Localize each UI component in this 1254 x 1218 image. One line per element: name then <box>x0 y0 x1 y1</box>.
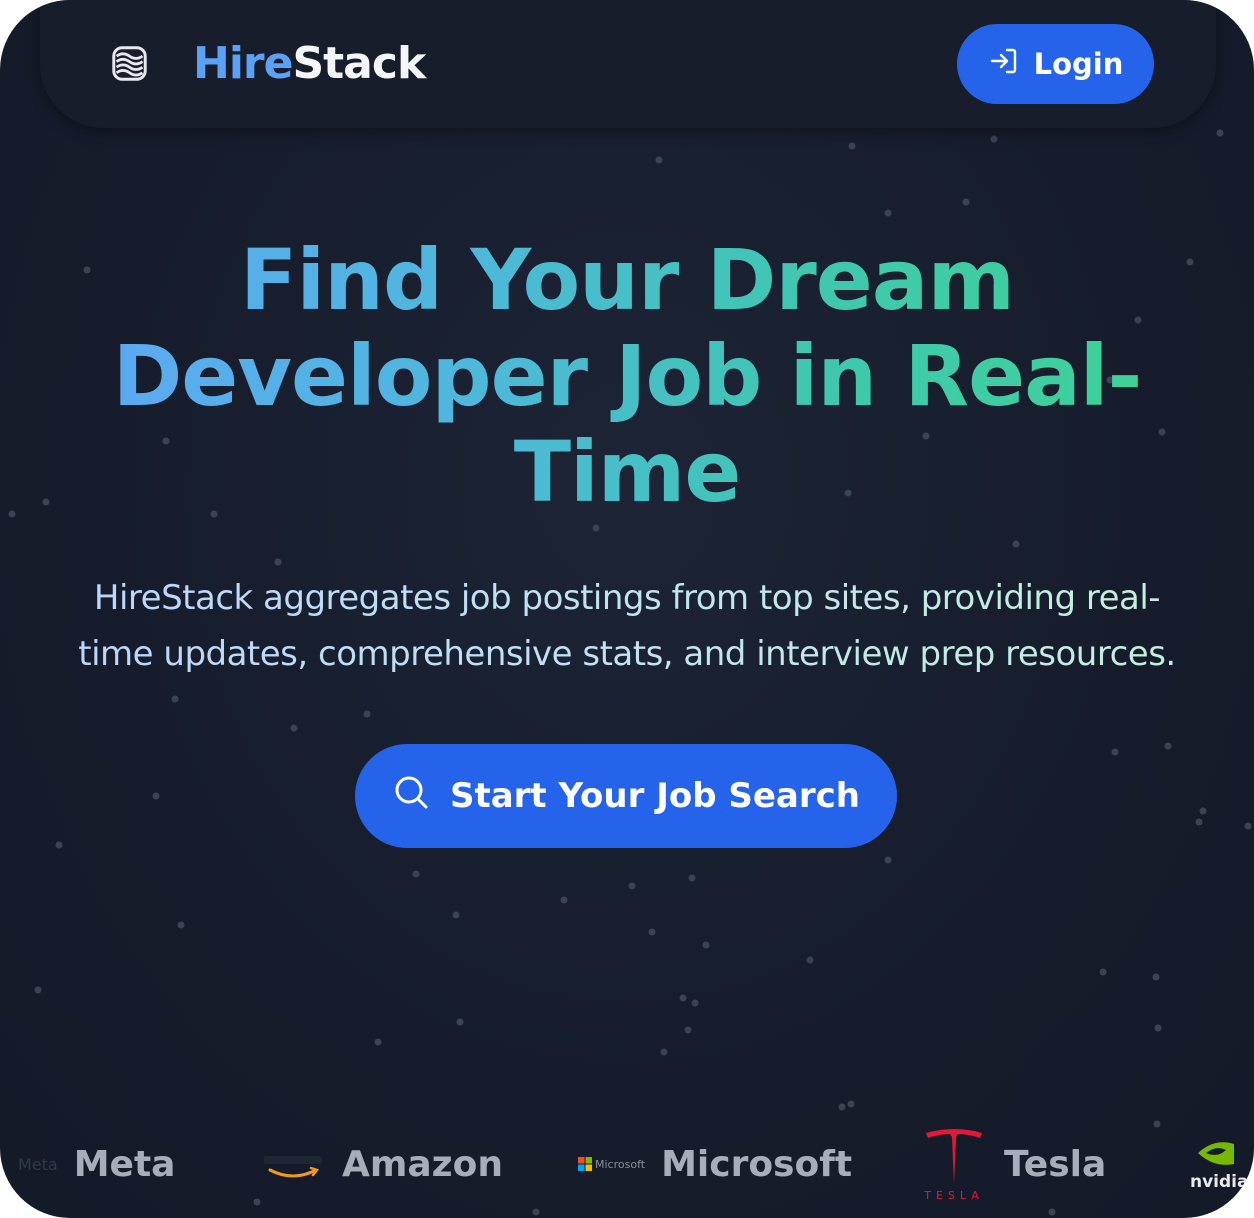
meta-logo: Meta <box>18 1154 58 1174</box>
login-button[interactable]: Login <box>957 24 1154 104</box>
company-amazon[interactable]: Amazon <box>260 1110 503 1218</box>
brand-name[interactable]: HireStack <box>193 36 426 92</box>
tesla-wordmark: TESLA <box>924 1188 984 1202</box>
hero-subtitle-line-2: time updates, comprehensive stats, and i… <box>78 634 1176 674</box>
start-job-search-button[interactable]: Start Your Job Search <box>355 744 897 848</box>
search-icon <box>392 773 430 820</box>
amazon-logo <box>260 1144 326 1184</box>
hero-title-line-1: Find Your Dream <box>240 231 1014 329</box>
company-logo-strip: Meta Meta Amazon Microsoft Microsoft TES… <box>0 1110 1254 1218</box>
hero-title: Find Your Dream Developer Job in Real- T… <box>40 232 1214 520</box>
company-nvidia[interactable]: nvidia <box>1190 1110 1248 1218</box>
login-arrow-icon <box>988 45 1020 84</box>
company-name-meta: Meta <box>73 1143 176 1185</box>
microsoft-logo: Microsoft <box>578 1157 645 1171</box>
microsoft-squares-icon <box>578 1157 592 1171</box>
hero-subtitle: HireStack aggregates job postings from t… <box>10 570 1244 682</box>
hero-title-line-3: Time <box>513 423 741 521</box>
nvidia-wordmark: nvidia <box>1190 1172 1249 1192</box>
microsoft-logo-text: Microsoft <box>595 1157 646 1171</box>
company-meta[interactable]: Meta Meta <box>18 1110 175 1218</box>
brand-part-stack: Stack <box>292 38 426 89</box>
brand-part-hire: Hire <box>193 38 293 89</box>
hero-subtitle-line-1: HireStack aggregates job postings from t… <box>93 578 1161 618</box>
company-name-tesla: Tesla <box>1004 1143 1107 1185</box>
page-frame: HireStack Login Find Your Dream Develope… <box>0 0 1254 1218</box>
company-tesla[interactable]: TESLA Tesla <box>922 1110 1106 1218</box>
login-label: Login <box>1033 47 1124 81</box>
tesla-logo: TESLA <box>922 1127 986 1202</box>
company-name-microsoft: Microsoft <box>661 1143 853 1185</box>
hero-title-line-2: Developer Job in Real- <box>112 327 1142 425</box>
start-job-search-label: Start Your Job Search <box>449 776 860 816</box>
tesla-t-icon <box>926 1128 982 1185</box>
layered-waves-logo-icon[interactable] <box>111 45 148 82</box>
company-microsoft[interactable]: Microsoft Microsoft <box>578 1110 852 1218</box>
nvidia-eye-icon <box>1194 1136 1244 1174</box>
company-name-amazon: Amazon <box>342 1143 503 1185</box>
